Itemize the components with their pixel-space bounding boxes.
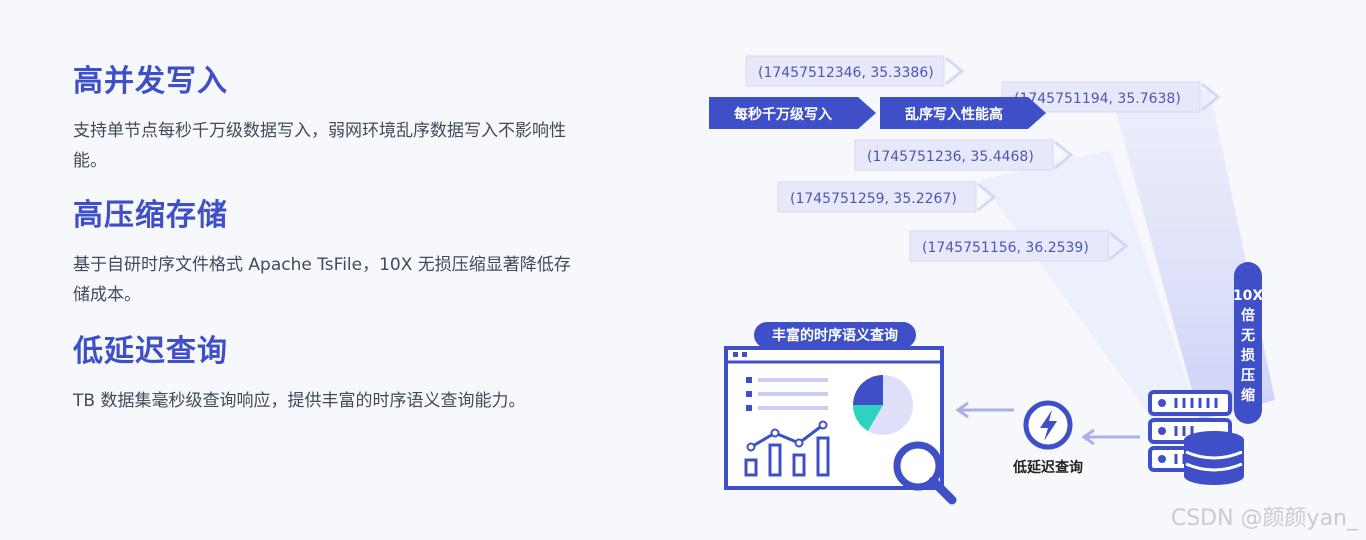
- arrow-left-icon: [955, 401, 1014, 419]
- compression-badge: 10X 倍 无 损 压 缩: [1233, 262, 1263, 424]
- data-point-text: (1745751259, 35.2267): [790, 191, 957, 207]
- data-point-chip: (1745751259, 35.2267): [777, 181, 997, 213]
- data-point-text: (1745751156, 36.2539): [922, 240, 1089, 256]
- architecture-diagram: (17457512346, 35.3386) (1745751194, 35.7…: [709, 55, 1275, 505]
- compression-text: 10X: [1233, 288, 1263, 304]
- data-point-chip: (17457512346, 35.3386): [745, 55, 965, 87]
- disorder-write-arrow: 乱序写入性能高: [880, 97, 1046, 129]
- data-point-text: (1745751194, 35.7638): [1014, 91, 1181, 107]
- data-point-chip: (1745751236, 35.4468): [854, 139, 1074, 171]
- query-panel-label: 丰富的时序语义查询: [772, 327, 898, 344]
- watermark: CSDN @颜颜yan_: [1170, 506, 1358, 531]
- latency-label: 低延迟查询: [1012, 459, 1083, 476]
- compression-text: 压: [1241, 368, 1255, 384]
- compression-text: 缩: [1241, 387, 1255, 404]
- compression-text: 损: [1241, 347, 1255, 364]
- data-point-text: (17457512346, 35.3386): [758, 65, 934, 81]
- write-throughput-arrow: 每秒千万级写入: [709, 97, 876, 129]
- lightning-icon: [1023, 400, 1073, 450]
- data-point-chip: (1745751156, 36.2539): [909, 230, 1129, 262]
- data-point-text: (1745751236, 35.4468): [867, 149, 1034, 165]
- disorder-label: 乱序写入性能高: [905, 106, 1003, 123]
- write-label: 每秒千万级写入: [734, 106, 832, 123]
- compression-text: 倍: [1241, 307, 1255, 324]
- arrow-left-icon: [1081, 428, 1140, 446]
- server-database-icon: [1148, 390, 1244, 485]
- compression-text: 无: [1240, 328, 1255, 344]
